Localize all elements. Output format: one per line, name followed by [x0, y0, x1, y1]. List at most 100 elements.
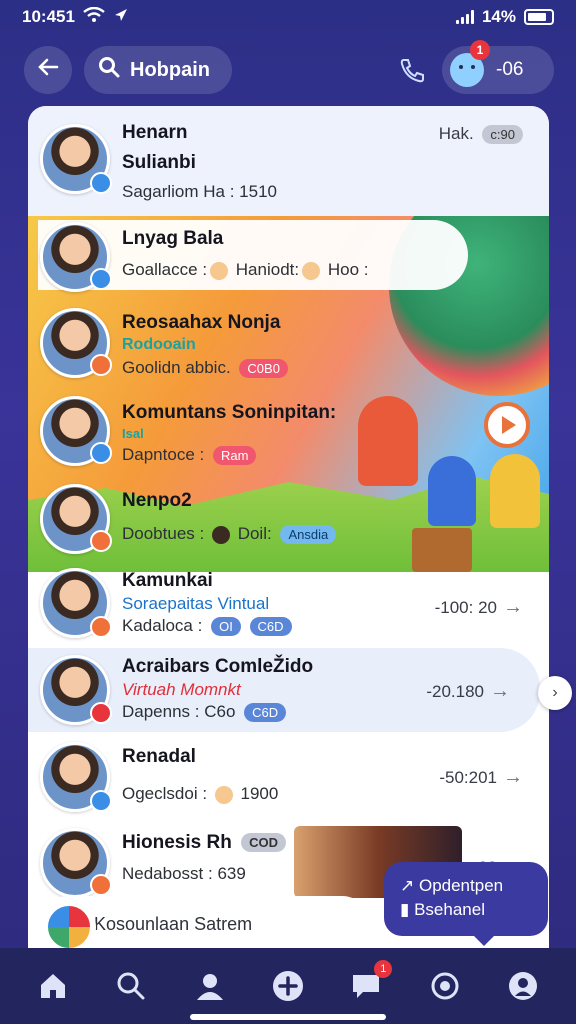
contact-line2: Rodooain	[122, 336, 196, 353]
contact-name: Henarn	[122, 122, 188, 143]
notification-badge: 1	[470, 40, 490, 60]
list-item[interactable]: Kamunkai Soraepaitas Vintual Kadaloca : …	[28, 564, 549, 648]
time-label: -50:201	[439, 768, 497, 787]
search-icon	[98, 56, 120, 84]
add-icon[interactable]	[268, 966, 308, 1006]
contact-name: Kamunkai	[122, 570, 213, 591]
status-dot	[90, 530, 112, 552]
time-label: -100: 20	[434, 598, 497, 617]
tag-chip: Ram	[212, 446, 257, 466]
home-icon[interactable]	[33, 966, 73, 1006]
contact-name: Reosaahax Nonja	[122, 312, 281, 333]
bottom-nav: 1	[0, 948, 576, 1024]
status-bar: 10:451 14%	[0, 0, 576, 34]
message-preview: Dapenns : C6o	[122, 702, 236, 721]
list-item[interactable]: Komuntans Soninpitan: Isal Dapntoce : Ra…	[28, 390, 549, 478]
list-item[interactable]: Lnyag Bala Goallacce : Haniodt: Hoo :	[28, 216, 549, 296]
message-preview: Doobtues :	[122, 524, 205, 543]
status-dot	[90, 354, 112, 376]
emoji-icon	[214, 785, 233, 804]
popup-option[interactable]: Opdentpen	[419, 876, 503, 895]
search-label: Hobpain	[130, 58, 210, 81]
message-preview: Sagarliom Ha : 1510	[122, 182, 277, 201]
app-logo-icon[interactable]	[42, 900, 96, 954]
contact-name: Lnyag Bala	[122, 228, 224, 249]
meta-label: Hak.	[438, 124, 474, 143]
message-part: 1900	[240, 784, 279, 803]
arrow-right-icon: →	[503, 596, 523, 618]
status-dot	[90, 172, 112, 194]
tag-chip: OI	[211, 617, 241, 637]
time-chip: c:90	[482, 125, 523, 145]
status-dot	[90, 616, 112, 638]
clock: 10:451	[22, 7, 75, 26]
message-preview: Ogeclsdoi :	[122, 784, 208, 803]
tag-chip: C0B0	[239, 359, 288, 379]
signal-icon	[455, 10, 474, 24]
back-button[interactable]	[24, 46, 72, 94]
search-button[interactable]: Hobpain	[84, 46, 232, 94]
search-icon[interactable]	[111, 966, 151, 1006]
contact-line2: Isal	[122, 426, 144, 441]
contact-name: Komuntans Soninpitan:	[122, 402, 337, 423]
battery-percent: 14%	[481, 7, 516, 26]
message-preview: Goolidn abbic.	[122, 358, 231, 377]
contact-name: Hionesis Rh	[122, 832, 232, 853]
status-dot	[90, 874, 112, 896]
tag-chip: Ansdia	[280, 525, 337, 545]
tag-chip: C6D	[249, 617, 292, 637]
contact-name: Nenpo2	[122, 490, 192, 511]
emoji-icon	[210, 261, 229, 280]
message-preview: Nedabosst : 639	[122, 864, 246, 883]
contact-name: Renadal	[122, 746, 196, 767]
avatar-small	[211, 525, 230, 544]
list-item[interactable]: Reosaahax Nonja Rodooain Goolidn abbic. …	[28, 300, 549, 388]
message-part: Doil:	[237, 524, 272, 543]
messages-icon[interactable]: 1	[346, 960, 393, 1006]
compose-text: Kosounlaan Satrem	[94, 913, 253, 934]
list-item[interactable]: Acraibars ComleŽido Virtuah Momnkt Dapen…	[28, 648, 540, 732]
account-icon[interactable]	[503, 966, 543, 1006]
profile-pill[interactable]: 1 -06	[442, 40, 554, 94]
profile-icon[interactable]	[190, 966, 230, 1006]
status-dot	[90, 702, 112, 724]
camera-icon[interactable]	[425, 966, 465, 1006]
chevron-right-icon: ›	[552, 684, 558, 701]
list-item[interactable]: Henarn Sulianbi Sagarliom Ha : 1510 Hak.…	[28, 106, 549, 216]
top-bar: Hobpain 1 -06	[0, 40, 576, 96]
chat-list: Henarn Sulianbi Sagarliom Ha : 1510 Hak.…	[28, 106, 549, 948]
counter-value: -06	[496, 59, 524, 80]
status-dot	[90, 268, 112, 290]
action-popup[interactable]: ↗ Opdentpen ▮ Bsehanel	[384, 862, 548, 946]
status-dot	[90, 790, 112, 812]
scroll-right-button[interactable]: ›	[538, 676, 572, 710]
battery-icon	[524, 9, 554, 25]
status-dot	[90, 442, 112, 464]
time-label: -20.180	[426, 682, 484, 701]
list-item[interactable]: Nenpo2 Doobtues : Doil: Ansdia	[28, 478, 549, 568]
popup-option[interactable]: Bsehanel	[414, 900, 485, 919]
contact-line2: Sulianbi	[122, 152, 196, 173]
location-icon	[113, 7, 129, 28]
wifi-icon	[83, 6, 105, 28]
message-preview: Kadaloca :	[122, 616, 203, 635]
phone-icon[interactable]	[398, 56, 430, 88]
home-indicator[interactable]	[190, 1014, 386, 1020]
tag-chip: C6D	[244, 703, 287, 723]
arrow-right-icon: →	[503, 766, 523, 788]
arrow-left-icon	[37, 56, 59, 85]
message-badge: 1	[374, 960, 393, 978]
tag-chip: COD	[241, 833, 286, 853]
message-part: Goallacce :	[122, 260, 208, 279]
contact-line2: Virtuah Momnkt	[122, 680, 241, 699]
contact-name: Acraibars ComleŽido	[122, 656, 314, 677]
list-item[interactable]: Renadal Ogeclsdoi : 1900 -50:201 →	[28, 736, 549, 826]
share-icon: ↗	[400, 876, 419, 895]
message-part: Hoo :	[327, 260, 369, 279]
contact-line2: Soraepaitas Vintual	[122, 594, 270, 613]
message-preview: Dapntoce :	[122, 445, 205, 464]
message-part: Haniodt:	[235, 260, 300, 279]
arrow-right-icon: →	[490, 680, 510, 702]
key-icon: ▮	[400, 900, 415, 919]
emoji-icon	[302, 261, 321, 280]
